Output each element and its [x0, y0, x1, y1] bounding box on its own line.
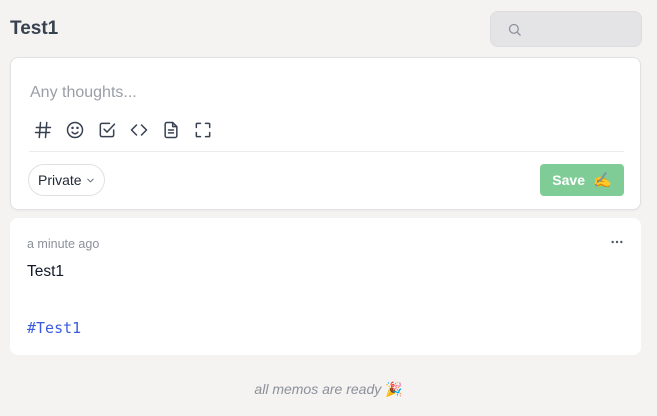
- search-icon: [508, 23, 521, 36]
- hash-icon: [34, 121, 52, 139]
- memo-timestamp: a minute ago: [27, 237, 100, 251]
- save-label: Save: [552, 172, 585, 188]
- code-button[interactable]: [127, 118, 151, 142]
- emoji-button[interactable]: [63, 118, 87, 142]
- page-title: Test1: [10, 18, 59, 39]
- memo-card: a minute ago Test1 #Test1: [10, 218, 641, 355]
- chevron-down-icon: [86, 178, 94, 182]
- tag-button[interactable]: [31, 118, 55, 142]
- emoji-icon: [66, 121, 84, 139]
- fullscreen-button[interactable]: [191, 118, 215, 142]
- writing-hand-icon: ✍️: [593, 172, 612, 189]
- search-input[interactable]: [527, 12, 635, 46]
- memo-input[interactable]: [30, 82, 620, 104]
- memo-more-button[interactable]: [609, 234, 625, 250]
- save-button[interactable]: Save ✍️: [540, 164, 624, 196]
- more-horizontal-icon: [611, 240, 623, 244]
- editor-toolbar: [31, 118, 223, 142]
- memo-content: Test1: [27, 263, 65, 280]
- party-popper-icon: 🎉: [385, 381, 403, 397]
- memo-editor: Private Save ✍️: [10, 57, 641, 210]
- memo-tag-link[interactable]: #Test1: [27, 319, 81, 337]
- attach-file-button[interactable]: [159, 118, 183, 142]
- file-icon: [164, 121, 178, 139]
- editor-divider: [29, 151, 624, 152]
- status-text: all memos are ready: [254, 381, 382, 397]
- memos-page: Test1 Any thoughts... Private Save ✍️ a …: [0, 0, 657, 416]
- visibility-select[interactable]: Private: [28, 164, 105, 196]
- header: Test1: [10, 11, 642, 47]
- code-icon: [130, 124, 148, 136]
- visibility-label: Private: [38, 172, 82, 188]
- checklist-button[interactable]: [95, 118, 119, 142]
- status-footer: all memos are ready 🎉: [0, 381, 657, 398]
- fullscreen-icon: [195, 122, 211, 138]
- search-box[interactable]: [490, 11, 642, 47]
- checkbox-icon: [99, 122, 116, 138]
